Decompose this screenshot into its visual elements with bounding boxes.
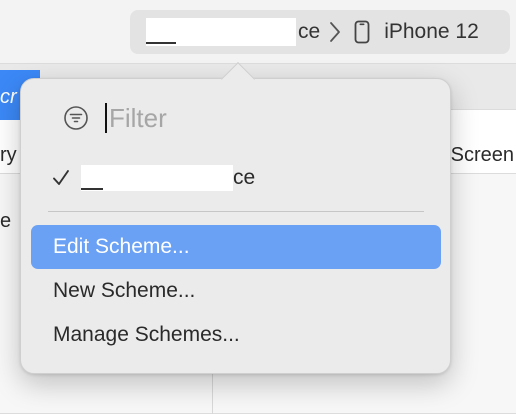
jumpbar-right-text: Screen <box>450 144 514 166</box>
jumpbar-text: ry <box>0 144 17 166</box>
edit-scheme-menu-item[interactable]: Edit Scheme... <box>31 225 441 269</box>
destination-device-button[interactable]: iPhone 12 <box>384 20 479 44</box>
redacted-scheme-name <box>81 165 233 191</box>
checkmark-icon <box>51 168 71 188</box>
text-caret <box>105 103 107 133</box>
new-scheme-menu-item[interactable]: New Scheme... <box>31 269 441 313</box>
xcode-window: cr ry e Screen ce iPhone 12 Filter ce Ed… <box>0 0 516 414</box>
redaction-underscore <box>81 188 103 190</box>
scheme-list-item[interactable]: ce <box>51 161 255 195</box>
scheme-menu-popover: ce Edit Scheme... New Scheme... Manage S… <box>20 62 451 374</box>
menu-divider <box>48 211 424 212</box>
sidebar-item-text: cr <box>0 86 17 108</box>
filter-circle-icon <box>63 105 89 131</box>
manage-schemes-menu-item[interactable]: Manage Schemes... <box>31 313 441 357</box>
chevron-right-icon <box>328 20 342 44</box>
editor-text: e <box>0 210 12 232</box>
scheme-destination-selector[interactable]: ce iPhone 12 <box>130 10 510 54</box>
filter-field[interactable] <box>63 101 359 135</box>
scheme-item-label: ce <box>81 164 255 192</box>
scheme-popup-button[interactable]: ce <box>146 18 320 46</box>
redaction-underscore <box>146 42 176 44</box>
iphone-icon <box>354 20 370 44</box>
filter-input[interactable] <box>109 102 359 134</box>
scheme-item-suffix: ce <box>233 166 256 189</box>
scheme-name-suffix: ce <box>298 20 321 43</box>
